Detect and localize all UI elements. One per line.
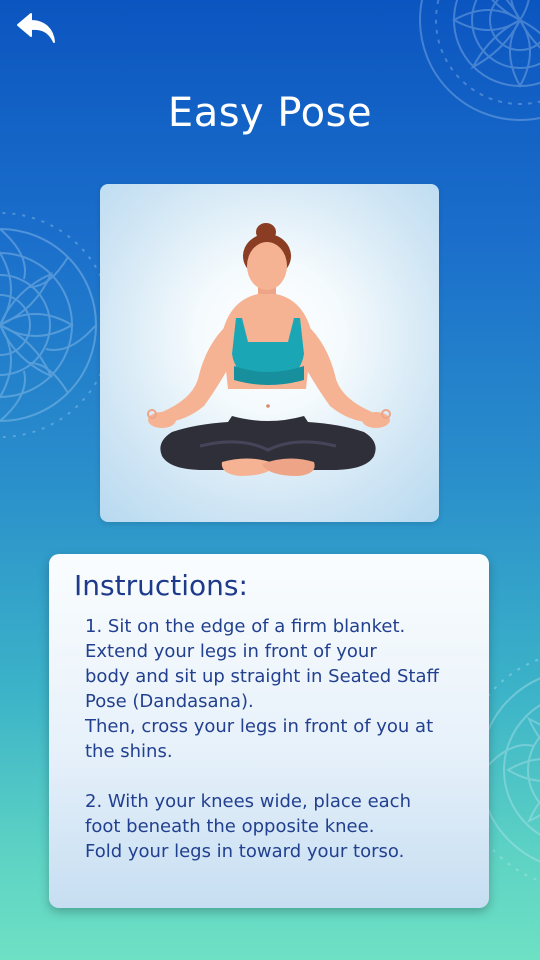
app-screen: Easy Pose Instructions: 1. Sit on the ed… [0, 0, 540, 960]
step-2-line: Fold your legs in toward your torso. [85, 841, 405, 862]
step-1-line: Then, cross your legs in front of you at [85, 716, 434, 737]
instructions-heading: Instructions: [74, 569, 248, 602]
step-1-line: Extend your legs in front of your [85, 641, 377, 662]
page-title: Easy Pose [167, 90, 373, 136]
step-2-line: foot beneath the opposite knee. [85, 816, 375, 837]
instruction-step-2: 2. With your knees wide, place each foot… [74, 789, 463, 864]
step-1-line: 1. Sit on the edge of a firm blanket. [85, 616, 406, 637]
step-1-line: Pose (Dandasana). [85, 691, 254, 712]
step-1-line: body and sit up straight in Seated Staff [85, 666, 439, 687]
back-arrow-icon [17, 13, 55, 43]
back-button[interactable] [12, 8, 60, 48]
pose-image-card [100, 184, 439, 522]
step-2-line: 2. With your knees wide, place each [85, 791, 411, 812]
mandala-decoration-left [0, 212, 110, 438]
instructions-card: Instructions: 1. Sit on the edge of a fi… [49, 554, 489, 908]
easy-pose-illustration [147, 223, 391, 476]
step-1-line: the shins. [85, 741, 173, 762]
instruction-step-1: 1. Sit on the edge of a firm blanket. Ex… [74, 614, 463, 764]
